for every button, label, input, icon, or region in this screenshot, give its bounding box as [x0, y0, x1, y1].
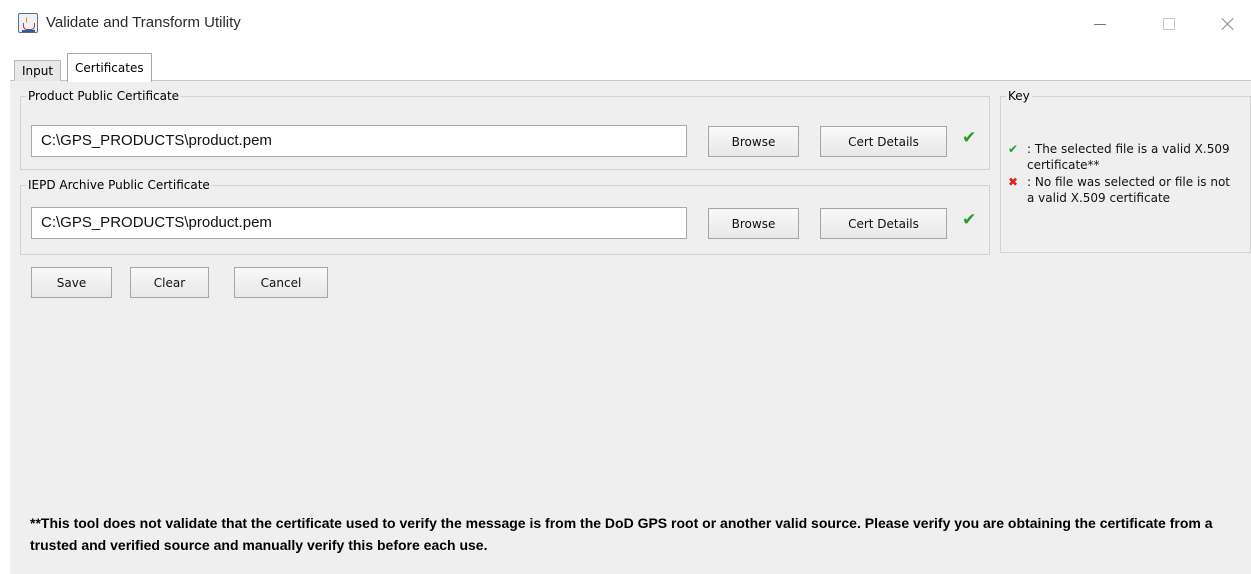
clear-button[interactable]: Clear — [130, 267, 209, 298]
close-button[interactable] — [1205, 8, 1251, 40]
key-group-title: Key — [1006, 89, 1032, 103]
key-valid-description-cont: certificate** — [1027, 158, 1100, 172]
cancel-button[interactable]: Cancel — [234, 267, 328, 298]
product-cert-group-title: Product Public Certificate — [26, 89, 182, 103]
key-invalid-description-cont: a valid X.509 certificate — [1027, 191, 1171, 205]
key-valid-description: : The selected file is a valid X.509 — [1027, 142, 1230, 156]
product-cert-details-button[interactable]: Cert Details — [820, 126, 947, 157]
product-valid-check-icon: ✔ — [962, 128, 977, 148]
key-invalid-description: : No file was selected or file is not — [1027, 175, 1231, 189]
close-icon — [1221, 17, 1235, 31]
iepd-cert-details-button[interactable]: Cert Details — [820, 208, 947, 239]
key-invalid-x-icon: ✖ — [1008, 175, 1019, 189]
iepd-valid-check-icon: ✔ — [962, 210, 977, 230]
maximize-button[interactable] — [1146, 8, 1192, 40]
key-valid-check-icon: ✔ — [1008, 142, 1019, 156]
tab-input[interactable]: Input — [14, 60, 62, 81]
maximize-icon — [1163, 18, 1175, 30]
iepd-cert-path-field[interactable]: C:\GPS_PRODUCTS\product.pem — [31, 207, 687, 239]
save-button[interactable]: Save — [31, 267, 112, 298]
minimize-icon — [1094, 23, 1106, 25]
product-cert-path-field[interactable]: C:\GPS_PRODUCTS\product.pem — [31, 125, 687, 157]
iepd-cert-group-title: IEPD Archive Public Certificate — [26, 178, 212, 192]
iepd-browse-button[interactable]: Browse — [708, 208, 799, 239]
disclaimer-footnote: **This tool does not validate that the c… — [30, 515, 1213, 553]
window-title: Validate and Transform Utility — [46, 14, 241, 31]
product-browse-button[interactable]: Browse — [708, 126, 799, 157]
minimize-button[interactable] — [1077, 8, 1123, 40]
tab-divider — [10, 80, 1251, 81]
java-app-icon — [18, 13, 38, 33]
tab-certificates[interactable]: Certificates — [67, 53, 152, 82]
